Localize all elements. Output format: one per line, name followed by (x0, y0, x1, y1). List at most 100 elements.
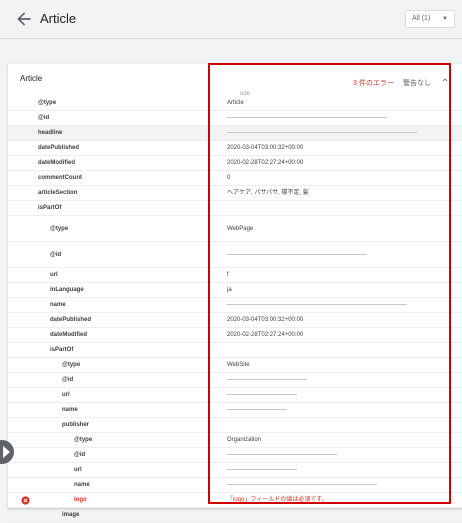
property-key: name (62, 407, 78, 413)
property-row[interactable]: isPartOf (8, 201, 462, 216)
property-row[interactable]: @id (8, 448, 462, 463)
property-key: name (50, 302, 66, 308)
property-row[interactable]: url f (8, 268, 462, 283)
card-title: Article (20, 74, 43, 83)
property-key: isPartOf (38, 205, 62, 211)
property-row[interactable]: inLanguage ja (8, 283, 462, 298)
property-value: f (227, 272, 229, 278)
property-key: headline (38, 130, 63, 136)
property-key: @type (50, 226, 69, 232)
result-card: Article 3 件のエラー 警告なし ude @type Article @id… (8, 64, 462, 523)
property-value: 2020-02-28T02:27:24+00:00 (227, 160, 304, 166)
property-key: url (74, 467, 82, 473)
filter-label: All (1) (412, 15, 431, 22)
property-row[interactable]: @id (8, 111, 462, 126)
property-value: ヘアケア, パサパサ, 寝不足, 髪 (227, 190, 309, 196)
property-row[interactable]: @type Organization (8, 433, 462, 448)
property-key: url (62, 392, 70, 398)
property-row[interactable]: @id (8, 242, 462, 268)
property-row[interactable]: commentCount 0 (8, 171, 462, 186)
property-key: inLanguage (50, 287, 84, 293)
property-value (227, 388, 452, 403)
chevron-up-icon[interactable] (440, 75, 450, 85)
property-key: name (74, 482, 90, 488)
property-row[interactable]: publisher (8, 418, 462, 433)
warning-count: 警告なし (403, 80, 431, 87)
error-count: 3 件のエラー (353, 80, 394, 87)
property-value (227, 126, 452, 141)
property-row[interactable]: logo 「logo」フィールドの値は必須です。 (8, 493, 462, 508)
property-row[interactable]: name (8, 478, 462, 493)
property-row[interactable]: headline (8, 126, 462, 141)
property-key: dateModified (50, 332, 87, 338)
property-value: Organization (227, 437, 262, 443)
property-value: 2020-03-04T03:00:32+00:00 (227, 317, 304, 323)
property-row[interactable]: @id (8, 373, 462, 388)
redacted-value (227, 303, 407, 305)
property-value: 2020-02-28T02:27:24+00:00 (227, 332, 304, 338)
property-key: @id (74, 452, 86, 458)
property-value: WebPage (227, 226, 254, 232)
property-row[interactable]: url (8, 463, 462, 478)
property-row[interactable]: url (8, 388, 462, 403)
property-value (227, 111, 452, 126)
property-row[interactable]: @type Article (8, 96, 462, 111)
property-key: dateModified (38, 160, 75, 166)
page-title: Article (40, 11, 77, 26)
property-row[interactable]: dateModified 2020-02-28T02:27:24+00:00 (8, 328, 462, 343)
property-key: @id (38, 115, 50, 121)
property-value: Article (227, 100, 244, 106)
redacted-value (227, 393, 297, 395)
property-key: url (50, 272, 58, 278)
redacted-value (227, 378, 307, 380)
property-value (227, 463, 452, 478)
property-row[interactable]: datePublished 2020-03-04T03:00:32+00:00 (8, 313, 462, 328)
property-value (227, 403, 452, 418)
property-key: image (62, 512, 80, 518)
filter-dropdown[interactable]: All (1) ▼ (405, 10, 455, 28)
property-value (227, 373, 452, 388)
property-value (227, 448, 452, 463)
property-value: 2020-03-04T03:00:32+00:00 (227, 145, 304, 151)
property-value: 「logo」フィールドの値は必須です。 (227, 497, 328, 503)
property-key: logo (74, 497, 87, 503)
property-key: @type (62, 362, 81, 368)
property-key: @type (38, 100, 57, 106)
redacted-value (227, 116, 387, 118)
redacted-value (227, 453, 337, 455)
property-row[interactable]: isPartOf (8, 343, 462, 358)
property-row[interactable]: name (8, 298, 462, 313)
property-value: 0 (227, 175, 231, 181)
property-key: datePublished (50, 317, 92, 323)
property-table: @type Article @id headline datePublished 2020… (8, 96, 462, 523)
property-key: isPartOf (50, 347, 74, 353)
property-key: @type (74, 437, 93, 443)
redacted-value (227, 131, 417, 133)
caret-down-icon: ▼ (442, 16, 448, 22)
property-value (227, 242, 452, 268)
property-key: commentCount (38, 175, 82, 181)
property-key: publisher (62, 422, 90, 428)
redacted-value (227, 253, 367, 255)
property-value (227, 478, 452, 493)
error-circle-icon (21, 496, 30, 505)
property-row[interactable]: datePublished 2020-03-04T03:00:32+00:00 (8, 141, 462, 156)
property-row[interactable]: articleSection ヘアケア, パサパサ, 寝不足, 髪 (8, 186, 462, 201)
property-key: @id (50, 252, 62, 258)
property-row[interactable]: @type WebSite (8, 358, 462, 373)
redacted-value (227, 468, 297, 470)
property-row[interactable]: image (8, 508, 462, 523)
redacted-value (227, 483, 377, 485)
redacted-value (227, 408, 287, 410)
property-value: ja (227, 287, 232, 293)
property-row[interactable]: @type WebPage (8, 216, 462, 242)
property-key: @id (62, 377, 74, 383)
arrow-left-icon[interactable] (14, 9, 34, 29)
property-row[interactable]: dateModified 2020-02-28T02:27:24+00:00 (8, 156, 462, 171)
top-bar: Article All (1) ▼ (0, 0, 462, 39)
property-value (227, 298, 452, 313)
property-value: WebSite (227, 362, 250, 368)
property-row[interactable]: name (8, 403, 462, 418)
card-header[interactable]: Article 3 件のエラー 警告なし (8, 64, 462, 100)
property-key: datePublished (38, 145, 80, 151)
